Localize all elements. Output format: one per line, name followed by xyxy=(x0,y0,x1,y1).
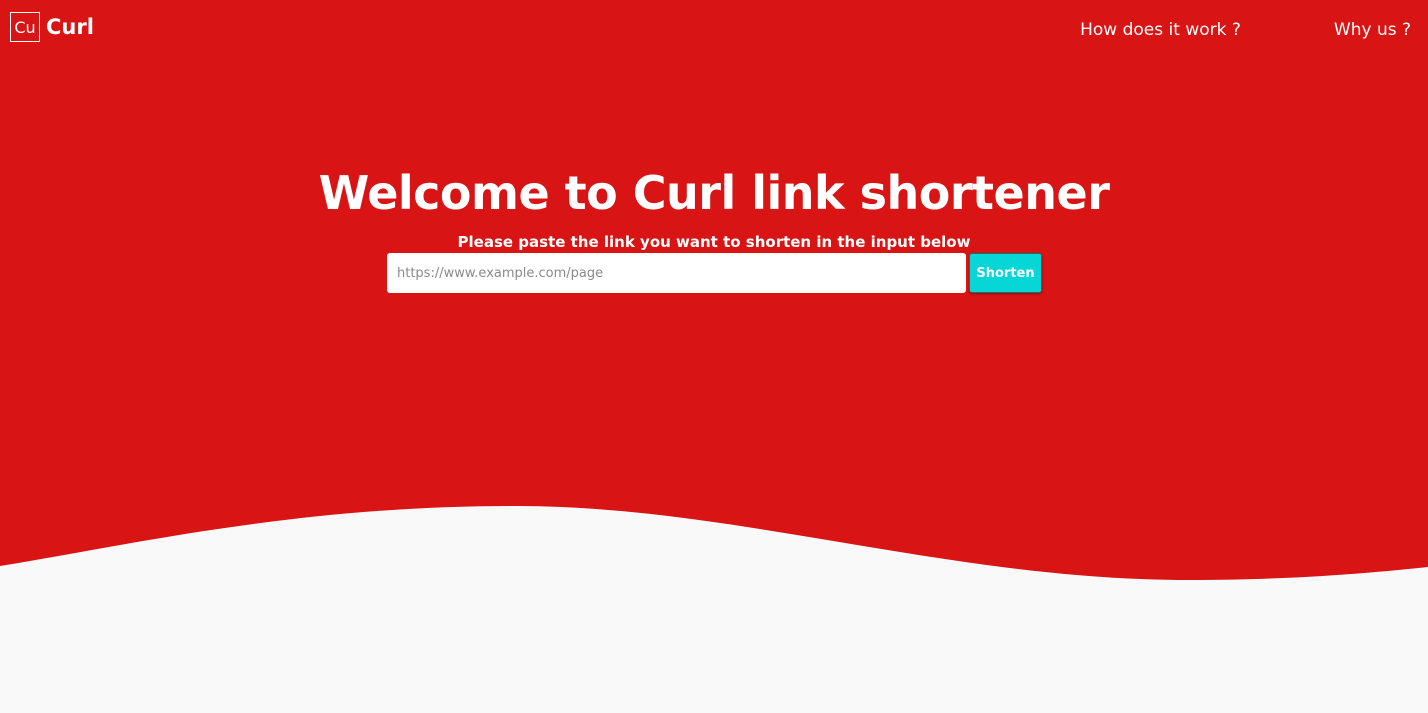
page-title: Welcome to Curl link shortener xyxy=(318,166,1110,220)
shorten-form: Shorten xyxy=(387,253,1042,293)
shorten-button[interactable]: Shorten xyxy=(969,253,1042,293)
logo-name: Curl xyxy=(46,15,94,39)
logo-mark-icon: Cu xyxy=(10,12,40,42)
wave-divider xyxy=(0,505,1428,661)
nav-link-why-us[interactable]: Why us ? xyxy=(1334,20,1411,40)
page-subtitle: Please paste the link you want to shorte… xyxy=(457,233,971,251)
nav-link-how-it-works[interactable]: How does it work ? xyxy=(1080,20,1241,40)
hero-section: Cu Curl How does it work ? Why us ? Welc… xyxy=(0,0,1428,661)
logo[interactable]: Cu Curl xyxy=(10,12,94,42)
top-nav: How does it work ? Why us ? xyxy=(1080,20,1411,40)
url-input[interactable] xyxy=(387,253,966,293)
